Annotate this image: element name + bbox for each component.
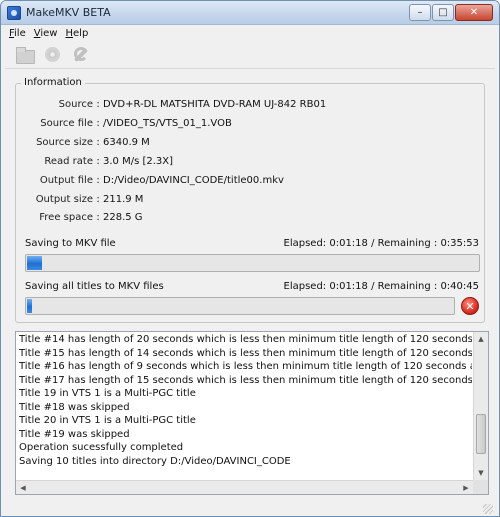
current-progress-label: Saving to MKV file: [25, 238, 116, 249]
info-label-output-file: Output file: [39, 175, 93, 186]
info-label-source-file: Source file: [40, 118, 93, 129]
makemkv-window: MakeMKV BETA – □ ✕ File View Help Inform…: [0, 0, 500, 517]
window-controls: – □ ✕: [408, 4, 493, 21]
menu-help-label: elp: [73, 27, 89, 39]
menu-file[interactable]: File: [9, 28, 26, 39]
info-value-output-file: D:/Video/DAVINCI_CODE/title00.mkv: [103, 175, 284, 186]
info-row-output-size: Output size : 211.9 M: [31, 194, 144, 208]
log-line: Title #15 has length of 14 seconds which…: [19, 347, 472, 359]
info-label-source: Source: [58, 99, 93, 110]
info-value-free-space: 228.5 G: [103, 212, 143, 223]
wrench-icon[interactable]: [71, 45, 91, 65]
info-colon: :: [96, 118, 100, 129]
info-value-read-rate: 3.0 M/s [2.3X]: [103, 156, 174, 167]
info-label-read-rate: Read rate: [44, 156, 93, 167]
info-colon: :: [96, 212, 100, 223]
log-panel[interactable]: Title #14 has length of 20 seconds which…: [15, 331, 489, 495]
open-folder-icon[interactable]: [15, 45, 35, 65]
minimize-button[interactable]: –: [409, 4, 431, 21]
menu-bar: File View Help: [1, 25, 499, 41]
info-row-read-rate: Read rate : 3.0 M/s [2.3X]: [31, 156, 173, 170]
info-value-source-file: /VIDEO_TS/VTS_01_1.VOB: [103, 118, 232, 129]
menu-file-label: ile: [14, 27, 26, 39]
menu-help-mnemonic: H: [65, 27, 74, 39]
log-lines: Title #14 has length of 20 seconds which…: [19, 333, 472, 480]
total-progress-fill: [27, 299, 32, 313]
info-colon: :: [96, 175, 100, 186]
menu-view-label: iew: [40, 27, 58, 39]
info-value-source-size: 6340.9 M: [103, 137, 150, 148]
resize-grip-icon[interactable]: [483, 504, 493, 514]
info-label-source-size: Source size: [36, 137, 93, 148]
info-row-source: Source : DVD+R-DL MATSHITA DVD-RAM UJ-84…: [31, 99, 327, 113]
title-bar[interactable]: MakeMKV BETA – □ ✕: [1, 1, 499, 25]
info-value-output-size: 211.9 M: [103, 194, 144, 205]
vertical-scrollbar[interactable]: ▲ ▼: [473, 332, 488, 480]
toolbar: [5, 41, 495, 69]
info-colon: :: [96, 99, 100, 110]
current-progress-time: Elapsed: 0:01:18 / Remaining : 0:35:53: [283, 238, 479, 249]
info-label-free-space: Free space: [39, 212, 93, 223]
cancel-button[interactable]: ✕: [461, 297, 479, 315]
horizontal-scrollbar[interactable]: ◀ ▶: [16, 480, 473, 494]
current-progress-bar: [25, 254, 480, 272]
log-line: Title #17 has length of 15 seconds which…: [19, 374, 472, 386]
total-progress-label: Saving all titles to MKV files: [25, 281, 164, 292]
scroll-corner: [473, 480, 488, 494]
info-value-source: DVD+R-DL MATSHITA DVD-RAM UJ-842 RB01: [103, 99, 327, 110]
information-legend: Information: [21, 77, 85, 88]
log-line: Title 19 in VTS 1 is a Multi-PGC title: [19, 388, 196, 399]
info-row-source-file: Source file : /VIDEO_TS/VTS_01_1.VOB: [31, 118, 232, 132]
scroll-down-icon[interactable]: ▼: [474, 466, 488, 480]
maximize-button[interactable]: □: [432, 4, 454, 21]
log-line: Title #16 has length of 9 seconds which …: [19, 361, 472, 372]
info-label-output-size: Output size: [35, 194, 93, 205]
log-line: Title #18 was skipped: [19, 401, 130, 413]
log-line: Title #19 was skipped: [19, 428, 130, 440]
total-progress-bar: [25, 297, 455, 315]
window-title: MakeMKV BETA: [26, 6, 111, 19]
log-line: Title #14 has length of 20 seconds which…: [19, 334, 472, 345]
menu-view[interactable]: View: [34, 28, 58, 39]
info-colon: :: [96, 137, 100, 148]
log-line: Operation sucessfully completed: [19, 442, 184, 453]
makemkv-app-icon: [7, 6, 21, 20]
scroll-left-icon[interactable]: ◀: [16, 481, 30, 494]
total-progress-time: Elapsed: 0:01:18 / Remaining : 0:40:45: [283, 281, 479, 292]
log-line: Saving 10 titles into directory D:/Video…: [19, 455, 291, 467]
info-row-free-space: Free space : 228.5 G: [31, 212, 143, 226]
info-colon: :: [96, 194, 100, 205]
disc-icon[interactable]: [43, 45, 63, 65]
info-row-source-size: Source size : 6340.9 M: [31, 137, 150, 151]
info-row-output-file: Output file : D:/Video/DAVINCI_CODE/titl…: [31, 175, 284, 189]
status-bar: [1, 499, 499, 516]
scroll-up-icon[interactable]: ▲: [474, 332, 488, 346]
menu-help[interactable]: Help: [65, 28, 88, 39]
info-colon: :: [96, 156, 100, 167]
vertical-scroll-thumb[interactable]: [476, 414, 486, 454]
scroll-right-icon[interactable]: ▶: [459, 481, 473, 494]
log-line: Title 20 in VTS 1 is a Multi-PGC title: [19, 415, 196, 426]
current-progress-fill: [27, 256, 42, 270]
close-button[interactable]: ✕: [455, 4, 493, 21]
